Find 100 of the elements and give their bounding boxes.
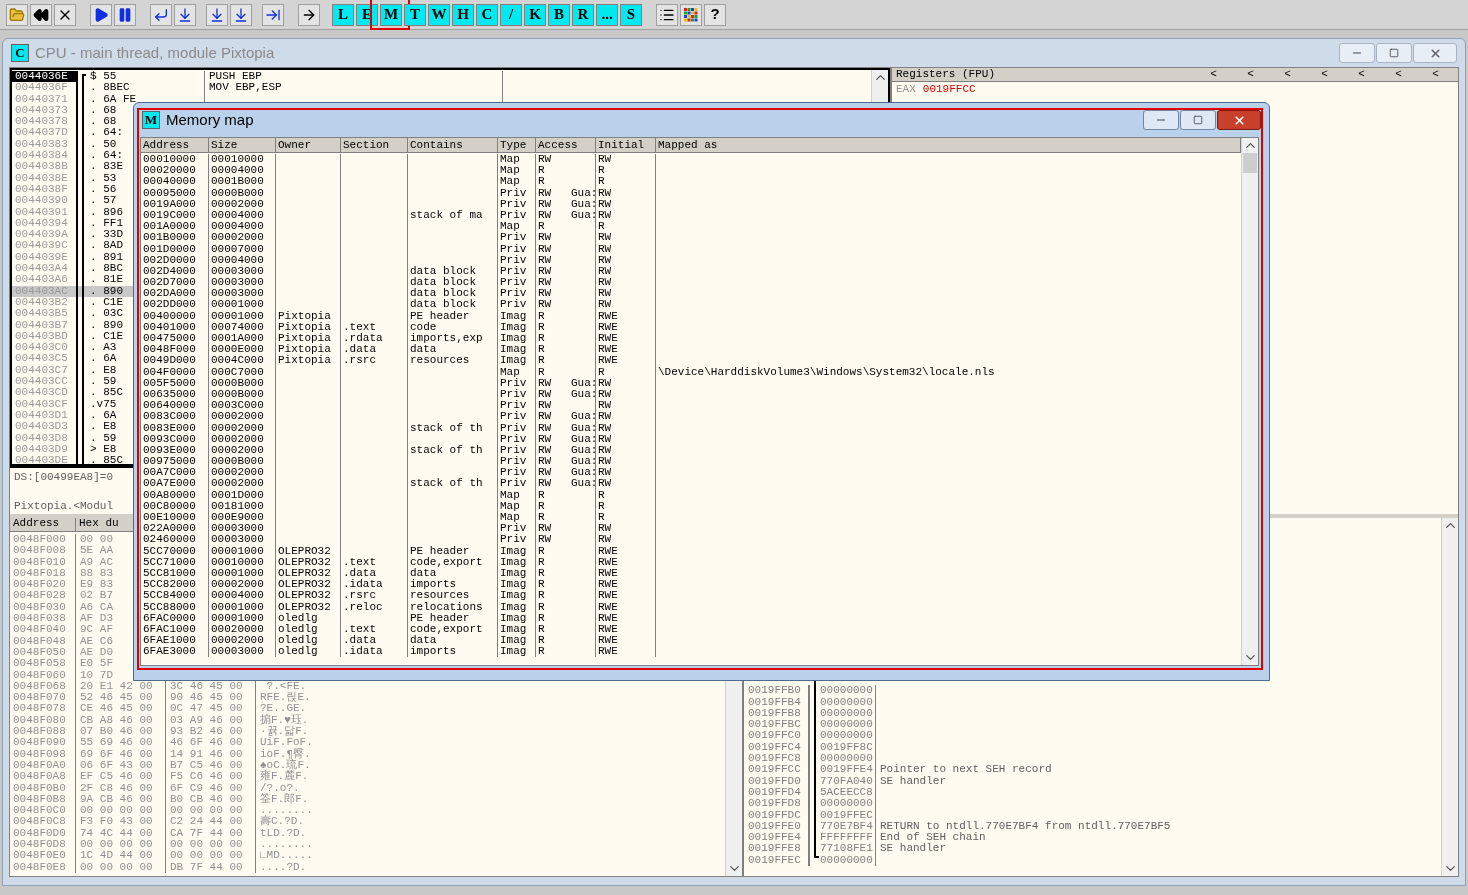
- stack-value: 5ACEECC8: [810, 786, 876, 799]
- maximize-button[interactable]: [1180, 110, 1216, 130]
- hex-bytes: . 68: [90, 116, 117, 128]
- table-cell: R: [536, 366, 596, 378]
- column-header[interactable]: Size: [209, 138, 276, 152]
- table-cell: RWE: [596, 612, 656, 624]
- table-cell: code: [408, 321, 498, 333]
- stack-value: 0019FFEC: [810, 809, 876, 821]
- table-cell: R: [596, 221, 656, 233]
- close-button[interactable]: [1217, 110, 1261, 130]
- pause-icon[interactable]: [114, 3, 136, 26]
- table-cell: 0004C000: [209, 355, 276, 367]
- table-cell: 00001000: [209, 567, 276, 580]
- table-cell: RW Gua:: [536, 478, 596, 490]
- nav-button[interactable]: <: [1417, 68, 1454, 81]
- play-icon[interactable]: [90, 3, 112, 26]
- table-cell: 0000B000: [209, 456, 276, 468]
- maximize-icon: [1389, 48, 1399, 58]
- table-cell: RW Gua:: [536, 456, 596, 468]
- table-cell: 5CC88000: [141, 601, 209, 613]
- list-icon[interactable]: [656, 3, 678, 26]
- column-header[interactable]: Initial: [596, 138, 656, 152]
- table-cell: 001A0000: [141, 221, 209, 233]
- window-button[interactable]: C: [476, 3, 498, 26]
- table-cell: Priv: [498, 467, 536, 479]
- column-header[interactable]: Contains: [408, 138, 498, 152]
- table-cell: 0048F000: [141, 344, 209, 356]
- table-cell: RW Gua:: [536, 198, 596, 210]
- column-header[interactable]: Section: [341, 138, 408, 152]
- hex-bytes: . 81E: [90, 274, 123, 286]
- table-cell: stack of ma: [408, 209, 498, 222]
- stack-value: 00000000: [810, 719, 876, 731]
- column-header[interactable]: Type: [498, 138, 536, 152]
- table-cell: 0093E000: [141, 444, 209, 457]
- hex-bytes: . 85C: [90, 455, 123, 464]
- go-to-icon[interactable]: [298, 3, 320, 26]
- window-button[interactable]: K: [524, 3, 546, 26]
- window-button[interactable]: T: [404, 3, 426, 26]
- hex-bytes: . 57: [90, 195, 117, 207]
- table-cell: 00002000: [209, 433, 276, 445]
- table-cell: RW: [596, 209, 656, 222]
- table-cell: imports,exp: [408, 333, 498, 345]
- window-button[interactable]: ...: [596, 3, 618, 26]
- address-cell: 0048F020: [10, 579, 76, 591]
- address-cell: 00440383: [12, 138, 78, 151]
- return-icon[interactable]: [262, 3, 284, 26]
- table-cell: oledlg: [276, 612, 341, 624]
- window-button[interactable]: L: [332, 3, 354, 26]
- nav-button[interactable]: <: [1195, 68, 1232, 81]
- table-cell: 00001000: [209, 310, 276, 322]
- address-cell: 0048F090: [10, 737, 76, 749]
- window-button[interactable]: M: [380, 3, 402, 26]
- nav-button[interactable]: <: [1232, 68, 1269, 81]
- column-header[interactable]: Access: [536, 138, 596, 152]
- close-icon[interactable]: [54, 3, 76, 26]
- nav-button[interactable]: <: [1269, 68, 1306, 81]
- table-cell: Imag: [498, 556, 536, 568]
- address-cell: 004403D8: [12, 432, 78, 444]
- table-cell: stack of th: [408, 422, 498, 434]
- table-cell: 02460000: [141, 534, 209, 546]
- nav-button[interactable]: <: [1380, 68, 1417, 81]
- window-button[interactable]: S: [620, 3, 642, 26]
- table-cell: 5CC71000: [141, 556, 209, 568]
- maximize-button[interactable]: [1376, 43, 1412, 63]
- step-into-icon[interactable]: [150, 3, 172, 26]
- rewind-icon[interactable]: [30, 3, 52, 26]
- table-cell: RWE: [596, 635, 656, 647]
- table-cell: 00640000: [141, 400, 209, 412]
- table-cell: Imag: [498, 590, 536, 602]
- trace-into-icon[interactable]: [206, 3, 228, 26]
- window-button[interactable]: R: [572, 3, 594, 26]
- window-button[interactable]: W: [428, 3, 450, 26]
- table-cell: Priv: [498, 209, 536, 222]
- address-cell: 0044038E: [12, 172, 78, 184]
- help-button[interactable]: ?: [704, 3, 726, 26]
- window-icon: M: [142, 111, 160, 129]
- hex-bytes: 0C 47 45 00: [166, 703, 256, 715]
- hex-bytes: . 890: [90, 285, 123, 297]
- table-cell: Imag: [498, 623, 536, 636]
- table-cell: Priv: [498, 422, 536, 434]
- step-over-icon[interactable]: [174, 3, 196, 26]
- trace-over-icon[interactable]: [230, 3, 252, 26]
- nav-button[interactable]: <: [1343, 68, 1380, 81]
- table-cell: R: [536, 310, 596, 322]
- hex-bytes: 1C 4D 44 00: [76, 850, 166, 862]
- table-cell: RWE: [596, 333, 656, 345]
- window-button[interactable]: H: [452, 3, 474, 26]
- column-header[interactable]: Address: [141, 138, 209, 152]
- minimize-button[interactable]: [1143, 110, 1179, 130]
- palette-icon[interactable]: [680, 3, 702, 26]
- hex-bytes: . 68: [90, 104, 117, 117]
- window-button[interactable]: B: [548, 3, 570, 26]
- column-header[interactable]: Owner: [276, 138, 341, 152]
- nav-button[interactable]: <: [1306, 68, 1343, 81]
- scroll-thumb[interactable]: [1243, 153, 1257, 173]
- table-cell: Priv: [498, 433, 536, 445]
- table-cell: 00C80000: [141, 500, 209, 512]
- table-cell: RW Gua:: [536, 377, 596, 389]
- window-button[interactable]: /: [500, 3, 522, 26]
- hex-bytes: . 6A FE: [90, 93, 137, 105]
